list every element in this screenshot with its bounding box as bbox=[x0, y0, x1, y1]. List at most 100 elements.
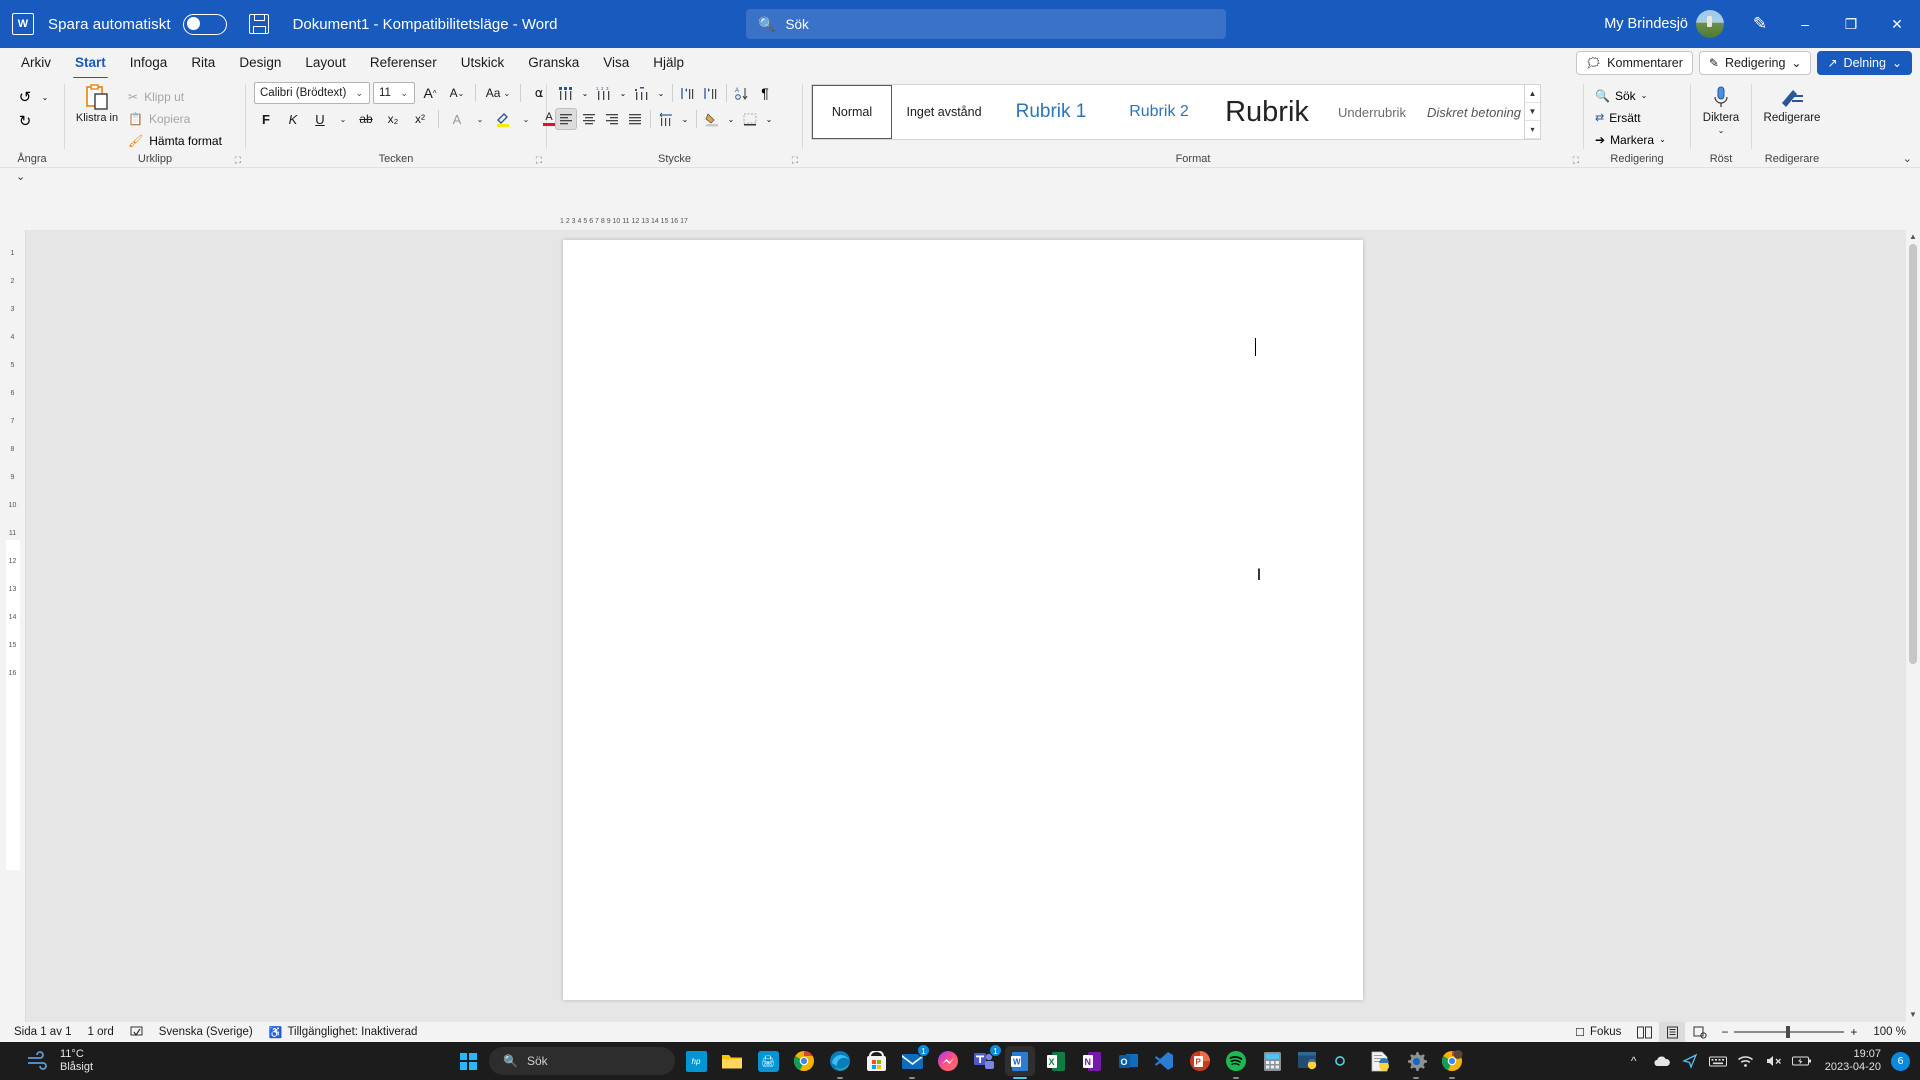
paste-button[interactable]: Klistra in bbox=[71, 82, 123, 124]
clipboard-dialog-launcher[interactable]: ⛶ bbox=[235, 155, 241, 166]
minimize-button[interactable]: – bbox=[1782, 0, 1828, 48]
cut-button[interactable]: ✂ Klipp ut bbox=[123, 86, 227, 107]
font-size-combo[interactable]: 11 ⌄ bbox=[373, 82, 415, 104]
shading-dropdown-icon[interactable]: ⌄ bbox=[724, 108, 738, 130]
subscript-button[interactable]: x₂ bbox=[381, 108, 405, 130]
zoom-slider[interactable]: − + bbox=[1721, 1025, 1857, 1039]
print-layout-button[interactable] bbox=[1659, 1022, 1686, 1042]
taskbar-app-hp-smart[interactable]: 🖨 bbox=[753, 1046, 783, 1076]
align-center-button[interactable] bbox=[578, 108, 600, 130]
borders-dropdown-icon[interactable]: ⌄ bbox=[762, 108, 776, 130]
replace-button[interactable]: ⇄ Ersätt bbox=[1590, 107, 1671, 128]
tab-hjalp[interactable]: Hjälp bbox=[642, 51, 695, 75]
zoom-level[interactable]: 100 % bbox=[1865, 1022, 1914, 1042]
focus-button[interactable]: ☐ Fokus bbox=[1567, 1022, 1629, 1042]
save-icon[interactable] bbox=[248, 14, 269, 34]
align-right-button[interactable] bbox=[601, 108, 623, 130]
taskbar-app-excel[interactable]: X bbox=[1041, 1046, 1071, 1076]
vertical-ruler[interactable]: 1 2 3 4 5 6 7 8 9 10 11 12 13 14 15 16 bbox=[0, 230, 26, 1022]
editing-mode-button[interactable]: ✎ Redigering ⌄ bbox=[1698, 51, 1812, 75]
taskbar-app-python-file[interactable] bbox=[1365, 1046, 1395, 1076]
taskbar-app-microsoft-store[interactable] bbox=[861, 1046, 891, 1076]
style-rubrik-2[interactable]: Rubrik 2 bbox=[1106, 85, 1212, 139]
taskbar-app-myhp[interactable]: hp bbox=[681, 1046, 711, 1076]
taskbar-app-mail[interactable]: 1 bbox=[897, 1044, 930, 1079]
start-button[interactable] bbox=[453, 1046, 483, 1076]
styles-scroll-down-icon[interactable]: ▼ bbox=[1525, 103, 1540, 121]
redo-icon[interactable]: ↻ bbox=[13, 110, 37, 132]
ribbon-expand-chevron-icon[interactable]: ⌄ bbox=[16, 170, 25, 183]
vertical-scrollbar[interactable]: ▲ ▼ bbox=[1906, 230, 1920, 1022]
page-indicator[interactable]: Sida 1 av 1 bbox=[6, 1022, 80, 1042]
undo-dropdown-icon[interactable]: ⌄ bbox=[39, 86, 51, 108]
scroll-up-icon[interactable]: ▲ bbox=[1906, 230, 1920, 244]
shrink-font-button[interactable]: A ⌄ bbox=[445, 82, 469, 104]
underline-button[interactable]: U bbox=[308, 108, 332, 130]
grow-font-button[interactable]: A ^ bbox=[418, 82, 442, 104]
scroll-down-icon[interactable]: ▼ bbox=[1906, 1008, 1920, 1022]
numbering-button[interactable]: 123 bbox=[593, 82, 615, 104]
search-box[interactable]: 🔍 Sök bbox=[746, 9, 1226, 39]
share-button[interactable]: ↗ Delning ⌄ bbox=[1817, 51, 1912, 75]
line-spacing-button[interactable] bbox=[655, 108, 677, 130]
document-page[interactable] bbox=[563, 240, 1363, 1000]
tab-granska[interactable]: Granska bbox=[517, 51, 590, 75]
language-indicator[interactable]: Svenska (Sverige) bbox=[151, 1022, 261, 1042]
wifi-icon[interactable] bbox=[1733, 1044, 1759, 1078]
style-rubrik-1[interactable]: Rubrik 1 bbox=[996, 85, 1106, 139]
multilevel-dropdown-icon[interactable]: ⌄ bbox=[654, 82, 668, 104]
web-layout-button[interactable] bbox=[1687, 1022, 1713, 1042]
restore-button[interactable]: ❐ bbox=[1828, 0, 1874, 48]
sort-button[interactable]: A bbox=[731, 82, 753, 104]
tab-arkiv[interactable]: Arkiv bbox=[10, 51, 62, 75]
onedrive-icon[interactable] bbox=[1649, 1044, 1675, 1078]
keyboard-icon[interactable] bbox=[1705, 1044, 1731, 1078]
volume-muted-icon[interactable] bbox=[1761, 1044, 1787, 1078]
increase-indent-button[interactable] bbox=[700, 82, 722, 104]
taskbar-app-word[interactable]: W bbox=[1005, 1046, 1035, 1079]
tab-referenser[interactable]: Referenser bbox=[359, 51, 448, 75]
shading-button[interactable] bbox=[701, 108, 723, 130]
taskbar-app-powerpoint[interactable]: P bbox=[1185, 1046, 1215, 1076]
style-diskret-betoning[interactable]: Diskret betoning bbox=[1422, 85, 1524, 139]
multilevel-list-button[interactable] bbox=[631, 82, 653, 104]
highlight-button[interactable] bbox=[491, 108, 515, 130]
font-family-combo[interactable]: Calibri (Brödtext) ⌄ bbox=[254, 82, 370, 104]
underline-dropdown-icon[interactable]: ⌄ bbox=[335, 108, 351, 130]
close-button[interactable]: ✕ bbox=[1874, 0, 1920, 48]
comments-button[interactable]: 🗯 Kommentarer bbox=[1575, 51, 1693, 75]
taskbar-app-infinity[interactable] bbox=[1329, 1046, 1359, 1076]
account-name[interactable]: My Brindesjö bbox=[1604, 16, 1688, 32]
justify-button[interactable] bbox=[624, 108, 646, 130]
styles-scroll-up-icon[interactable]: ▲ bbox=[1525, 85, 1540, 103]
font-dialog-launcher[interactable]: ⛶ bbox=[536, 155, 542, 166]
superscript-button[interactable]: x² bbox=[408, 108, 432, 130]
collapse-ribbon-icon[interactable]: ⌄ bbox=[1903, 152, 1912, 165]
select-button[interactable]: ➔ Markera ⌄ bbox=[1590, 129, 1671, 150]
tab-layout[interactable]: Layout bbox=[294, 51, 357, 75]
dictate-button[interactable]: Diktera ⌄ bbox=[1697, 82, 1745, 135]
taskbar-app-settings[interactable] bbox=[1401, 1046, 1431, 1079]
decrease-indent-button[interactable] bbox=[677, 82, 699, 104]
scrollbar-thumb[interactable] bbox=[1909, 244, 1917, 664]
bullets-button[interactable] bbox=[555, 82, 577, 104]
taskbar-app-edge[interactable] bbox=[825, 1046, 855, 1079]
taskbar-app-calculator[interactable] bbox=[1257, 1046, 1287, 1076]
tab-rita[interactable]: Rita bbox=[180, 51, 226, 75]
borders-button[interactable] bbox=[739, 108, 761, 130]
bullets-dropdown-icon[interactable]: ⌄ bbox=[578, 82, 592, 104]
editor-button[interactable]: Redigerare bbox=[1758, 82, 1826, 124]
numbering-dropdown-icon[interactable]: ⌄ bbox=[616, 82, 630, 104]
tab-utskick[interactable]: Utskick bbox=[450, 51, 516, 75]
italic-button[interactable]: K bbox=[281, 108, 305, 130]
word-count[interactable]: 1 ord bbox=[80, 1022, 122, 1042]
styles-dialog-launcher[interactable]: ⛶ bbox=[1573, 155, 1579, 166]
avatar[interactable] bbox=[1696, 10, 1724, 38]
autosave-toggle[interactable] bbox=[182, 13, 227, 35]
accessibility-indicator[interactable]: ♿ Tillgänglighet: Inaktiverad bbox=[261, 1022, 426, 1042]
taskbar-search[interactable]: 🔍 Sök bbox=[489, 1047, 675, 1075]
location-icon[interactable] bbox=[1677, 1044, 1703, 1078]
clock[interactable]: 19:07 2023-04-20 bbox=[1817, 1048, 1889, 1074]
taskbar-app-file-explorer[interactable] bbox=[717, 1046, 747, 1076]
zoom-thumb[interactable] bbox=[1786, 1026, 1791, 1039]
